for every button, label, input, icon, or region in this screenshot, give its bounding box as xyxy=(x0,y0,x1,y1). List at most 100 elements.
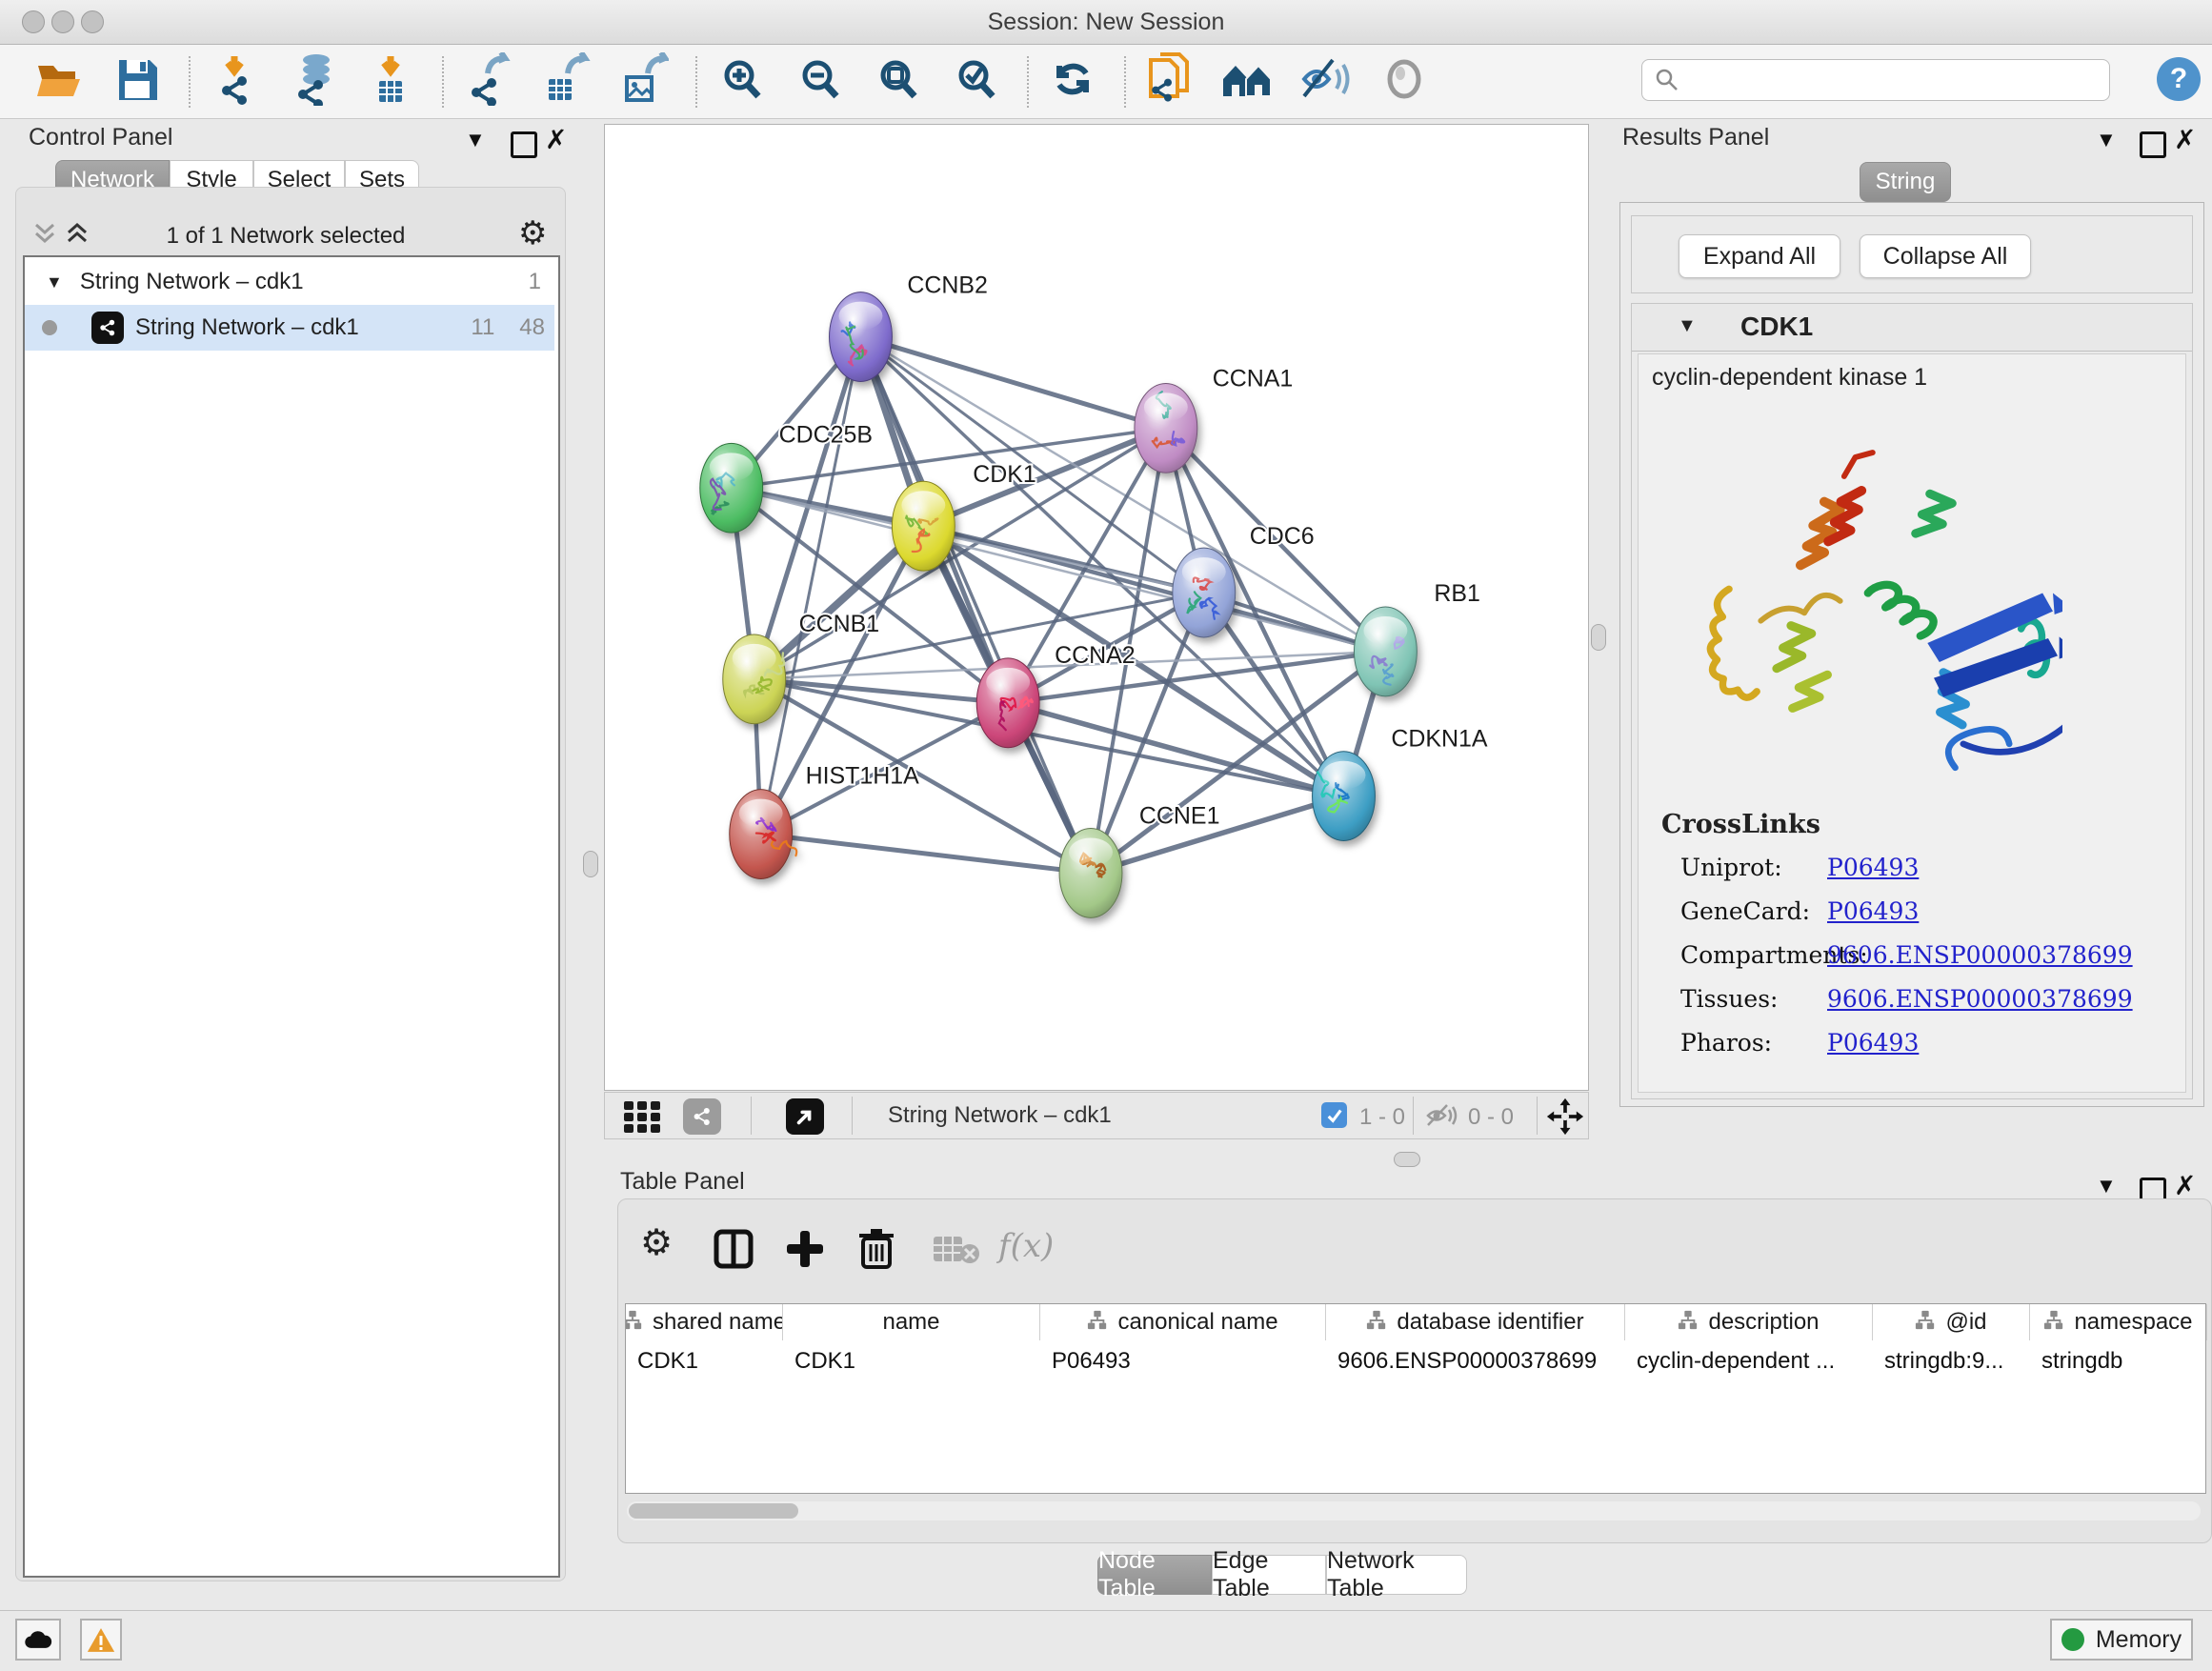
crosslink-genecard-link[interactable]: P06493 xyxy=(1827,897,1919,925)
edge-CCNB2-CCNE1[interactable] xyxy=(860,337,1091,874)
save-session-button[interactable] xyxy=(111,55,164,109)
gene-section: ▼ CDK1 cyclin-dependent kinase 1 xyxy=(1631,303,2193,1099)
table-panel-menu-icon[interactable]: ▼ xyxy=(2096,1174,2117,1198)
column-label: name xyxy=(882,1309,939,1336)
node-label-CDC25B: CDC25B xyxy=(779,421,873,448)
network-share-icon[interactable] xyxy=(683,1098,721,1135)
show-columns-icon[interactable] xyxy=(713,1229,754,1269)
refresh-layout-button[interactable] xyxy=(1046,55,1099,109)
tab-string[interactable]: String xyxy=(1860,162,1951,202)
collapse-all-button[interactable]: Collapse All xyxy=(1860,234,2031,278)
network-canvas[interactable]: CCNB2CCNA1CDC25BCDK1CDC6RB1CCNB1CCNA2CDK… xyxy=(604,124,1589,1091)
export-network-button[interactable] xyxy=(461,55,514,109)
column-header-@id[interactable]: @id xyxy=(1873,1304,2030,1340)
selected-checkbox-icon[interactable] xyxy=(1321,1102,1347,1128)
string-home-button[interactable] xyxy=(1221,55,1275,109)
zoom-fit-button[interactable] xyxy=(871,55,924,109)
control-panel-close-icon[interactable]: ✗ xyxy=(545,130,567,151)
node-label-CCNB2: CCNB2 xyxy=(907,272,988,299)
zoom-out-button[interactable] xyxy=(793,55,846,109)
column-header-canonical-name[interactable]: canonical name xyxy=(1040,1304,1326,1340)
node-CDC6[interactable] xyxy=(1173,548,1236,637)
tab-network-table[interactable]: Network Table xyxy=(1326,1555,1467,1595)
table-hscrollbar-thumb[interactable] xyxy=(629,1503,798,1519)
node-CDK1[interactable] xyxy=(892,481,955,571)
results-panel-close-icon[interactable]: ✗ xyxy=(2174,130,2196,151)
expand-all-icon[interactable] xyxy=(63,221,91,248)
zoom-in-button[interactable] xyxy=(714,55,768,109)
node-CCNA2[interactable] xyxy=(976,658,1039,748)
control-panel-float-icon[interactable] xyxy=(511,131,537,158)
crosslink-uniprot-link[interactable]: P06493 xyxy=(1827,854,1919,881)
cell-description[interactable]: cyclin-dependent ... xyxy=(1625,1342,1873,1380)
node-CCNB1[interactable] xyxy=(723,634,786,724)
network-options-gear-icon[interactable]: ⚙ xyxy=(518,217,547,250)
network-row-selected[interactable]: String Network – cdk1 11 48 xyxy=(25,305,554,351)
table-hscrollbar-track[interactable] xyxy=(627,1501,2201,1520)
export-image-button[interactable] xyxy=(617,55,671,109)
hide-selected-button[interactable] xyxy=(1299,55,1353,109)
tab-node-table[interactable]: Node Table xyxy=(1097,1555,1212,1595)
node-RB1[interactable] xyxy=(1354,607,1417,696)
node-CDKN1A[interactable] xyxy=(1313,752,1376,841)
cell-namespace[interactable]: stringdb xyxy=(2030,1342,2207,1380)
cell-name[interactable]: CDK1 xyxy=(783,1342,1040,1380)
table-options-gear-icon[interactable]: ⚙ xyxy=(640,1227,673,1259)
open-in-string-button[interactable] xyxy=(1143,55,1196,109)
create-column-icon[interactable] xyxy=(785,1229,825,1269)
import-table-from-file-button[interactable] xyxy=(364,55,417,109)
cell-shared-name[interactable]: CDK1 xyxy=(626,1342,783,1380)
show-all-button[interactable] xyxy=(1377,55,1431,109)
column-header-database-identifier[interactable]: database identifier xyxy=(1326,1304,1625,1340)
node-CCNE1[interactable] xyxy=(1059,829,1122,918)
open-session-button[interactable] xyxy=(32,55,86,109)
cell-canonical-name[interactable]: P06493 xyxy=(1040,1342,1326,1380)
warnings-button[interactable] xyxy=(80,1619,122,1661)
crosslink-tissues-link[interactable]: 9606.ENSP00000378699 xyxy=(1827,985,2133,1013)
gene-section-header[interactable]: ▼ CDK1 xyxy=(1632,304,2192,352)
crosslink-compartments-link[interactable]: 9606.ENSP00000378699 xyxy=(1827,941,2133,969)
node-HIST1H1A[interactable] xyxy=(730,790,796,879)
network-collection-row[interactable]: ▼ String Network – cdk1 1 xyxy=(25,259,554,305)
grid-view-icon[interactable] xyxy=(622,1099,666,1134)
edge-HIST1H1A-CCNE1[interactable] xyxy=(761,835,1091,874)
table-panel-close-icon[interactable]: ✗ xyxy=(2174,1176,2196,1197)
node-CCNA1[interactable] xyxy=(1135,383,1197,473)
search-box[interactable] xyxy=(1641,59,2110,101)
memory-button[interactable]: Memory xyxy=(2050,1619,2193,1661)
column-header-name[interactable]: name xyxy=(783,1304,1040,1340)
collection-expand-icon[interactable]: ▼ xyxy=(46,272,63,292)
column-header-namespace[interactable]: namespace xyxy=(2030,1304,2207,1340)
column-header-description[interactable]: description xyxy=(1625,1304,1873,1340)
zoom-selected-button[interactable] xyxy=(949,55,1002,109)
control-panel-menu-icon[interactable]: ▼ xyxy=(465,128,486,152)
column-header-shared-name[interactable]: shared name xyxy=(626,1304,783,1340)
results-panel-menu-icon[interactable]: ▼ xyxy=(2096,128,2117,152)
export-table-button[interactable] xyxy=(539,55,593,109)
fit-selected-crosshair-icon[interactable] xyxy=(1546,1097,1584,1136)
import-database-icon xyxy=(288,52,337,111)
tab-edge-table[interactable]: Edge Table xyxy=(1212,1555,1326,1595)
node-CCNB2[interactable] xyxy=(830,292,893,382)
help-button[interactable]: ? xyxy=(2157,57,2201,101)
cloud-button[interactable] xyxy=(15,1619,61,1661)
left-splitter-handle[interactable] xyxy=(583,851,598,877)
delete-column-trash-icon[interactable] xyxy=(857,1227,895,1271)
edge-CCNB2-HIST1H1A[interactable] xyxy=(761,337,861,835)
bottom-splitter-handle[interactable] xyxy=(1394,1152,1420,1167)
cell-database-identifier[interactable]: 9606.ENSP00000378699 xyxy=(1326,1342,1625,1380)
collapse-all-icon[interactable] xyxy=(30,221,59,248)
birdseye-view-icon[interactable] xyxy=(786,1098,824,1135)
import-network-from-file-button[interactable] xyxy=(208,55,261,109)
search-input[interactable] xyxy=(1680,67,2109,93)
import-network-from-database-button[interactable] xyxy=(286,55,339,109)
results-panel-float-icon[interactable] xyxy=(2140,131,2166,158)
node-CDC25B[interactable] xyxy=(700,443,763,533)
expand-all-button[interactable]: Expand All xyxy=(1679,234,1840,278)
crosslink-pharos-link[interactable]: P06493 xyxy=(1827,1029,1919,1057)
node-table[interactable]: shared nameCDK1nameCDK1canonical nameP06… xyxy=(625,1303,2206,1494)
cell-@id[interactable]: stringdb:9... xyxy=(1873,1342,2030,1380)
column-network-icon xyxy=(1915,1309,1936,1337)
section-collapse-icon[interactable]: ▼ xyxy=(1678,315,1697,337)
right-splitter-handle[interactable] xyxy=(1591,624,1606,651)
